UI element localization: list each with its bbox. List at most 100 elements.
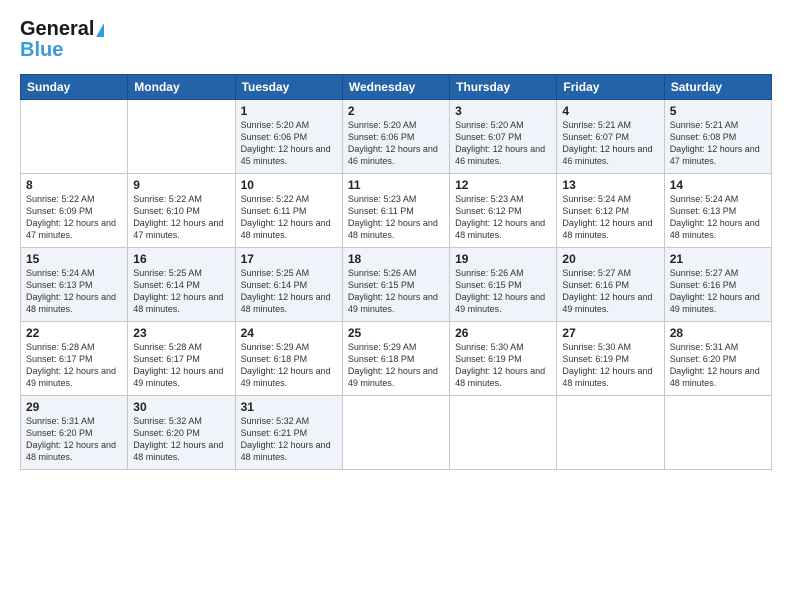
weekday-header-cell: Monday	[128, 75, 235, 100]
calendar-day-cell: 21 Sunrise: 5:27 AMSunset: 6:16 PMDaylig…	[664, 248, 771, 322]
day-number: 28	[670, 326, 766, 340]
day-number: 8	[26, 178, 122, 192]
day-number: 14	[670, 178, 766, 192]
day-number: 1	[241, 104, 337, 118]
day-number: 15	[26, 252, 122, 266]
day-number: 23	[133, 326, 229, 340]
calendar-day-cell: 3 Sunrise: 5:20 AMSunset: 6:07 PMDayligh…	[450, 100, 557, 174]
calendar-day-cell	[342, 396, 449, 470]
logo-general: General	[20, 18, 94, 41]
day-number: 4	[562, 104, 658, 118]
calendar-day-cell: 12 Sunrise: 5:23 AMSunset: 6:12 PMDaylig…	[450, 174, 557, 248]
day-info: Sunrise: 5:26 AMSunset: 6:15 PMDaylight:…	[348, 268, 438, 314]
weekday-header-row: SundayMondayTuesdayWednesdayThursdayFrid…	[21, 75, 772, 100]
weekday-header-cell: Saturday	[664, 75, 771, 100]
day-info: Sunrise: 5:21 AMSunset: 6:07 PMDaylight:…	[562, 120, 652, 166]
day-number: 21	[670, 252, 766, 266]
day-info: Sunrise: 5:30 AMSunset: 6:19 PMDaylight:…	[455, 342, 545, 388]
calendar-table: SundayMondayTuesdayWednesdayThursdayFrid…	[20, 74, 772, 470]
calendar-day-cell	[21, 100, 128, 174]
day-info: Sunrise: 5:29 AMSunset: 6:18 PMDaylight:…	[241, 342, 331, 388]
day-number: 12	[455, 178, 551, 192]
calendar-day-cell: 27 Sunrise: 5:30 AMSunset: 6:19 PMDaylig…	[557, 322, 664, 396]
calendar-day-cell: 20 Sunrise: 5:27 AMSunset: 6:16 PMDaylig…	[557, 248, 664, 322]
day-number: 9	[133, 178, 229, 192]
day-number: 26	[455, 326, 551, 340]
day-info: Sunrise: 5:32 AMSunset: 6:20 PMDaylight:…	[133, 416, 223, 462]
day-info: Sunrise: 5:28 AMSunset: 6:17 PMDaylight:…	[133, 342, 223, 388]
logo-blue: Blue	[20, 39, 63, 62]
day-info: Sunrise: 5:27 AMSunset: 6:16 PMDaylight:…	[562, 268, 652, 314]
day-info: Sunrise: 5:29 AMSunset: 6:18 PMDaylight:…	[348, 342, 438, 388]
calendar-week-row: 8 Sunrise: 5:22 AMSunset: 6:09 PMDayligh…	[21, 174, 772, 248]
day-number: 29	[26, 400, 122, 414]
day-info: Sunrise: 5:24 AMSunset: 6:13 PMDaylight:…	[670, 194, 760, 240]
weekday-header-cell: Tuesday	[235, 75, 342, 100]
day-info: Sunrise: 5:32 AMSunset: 6:21 PMDaylight:…	[241, 416, 331, 462]
day-number: 22	[26, 326, 122, 340]
calendar-day-cell: 25 Sunrise: 5:29 AMSunset: 6:18 PMDaylig…	[342, 322, 449, 396]
weekday-header-cell: Wednesday	[342, 75, 449, 100]
day-info: Sunrise: 5:23 AMSunset: 6:11 PMDaylight:…	[348, 194, 438, 240]
calendar-week-row: 15 Sunrise: 5:24 AMSunset: 6:13 PMDaylig…	[21, 248, 772, 322]
calendar-day-cell	[128, 100, 235, 174]
logo: General Blue	[20, 18, 104, 62]
day-number: 19	[455, 252, 551, 266]
day-info: Sunrise: 5:20 AMSunset: 6:07 PMDaylight:…	[455, 120, 545, 166]
logo-icon	[96, 23, 104, 37]
day-info: Sunrise: 5:24 AMSunset: 6:12 PMDaylight:…	[562, 194, 652, 240]
day-number: 18	[348, 252, 444, 266]
day-number: 2	[348, 104, 444, 118]
calendar-day-cell: 23 Sunrise: 5:28 AMSunset: 6:17 PMDaylig…	[128, 322, 235, 396]
calendar-day-cell: 8 Sunrise: 5:22 AMSunset: 6:09 PMDayligh…	[21, 174, 128, 248]
day-info: Sunrise: 5:27 AMSunset: 6:16 PMDaylight:…	[670, 268, 760, 314]
day-info: Sunrise: 5:28 AMSunset: 6:17 PMDaylight:…	[26, 342, 116, 388]
calendar-day-cell: 15 Sunrise: 5:24 AMSunset: 6:13 PMDaylig…	[21, 248, 128, 322]
day-number: 25	[348, 326, 444, 340]
calendar-day-cell: 14 Sunrise: 5:24 AMSunset: 6:13 PMDaylig…	[664, 174, 771, 248]
day-info: Sunrise: 5:22 AMSunset: 6:11 PMDaylight:…	[241, 194, 331, 240]
day-number: 20	[562, 252, 658, 266]
calendar-day-cell: 9 Sunrise: 5:22 AMSunset: 6:10 PMDayligh…	[128, 174, 235, 248]
calendar-day-cell: 1 Sunrise: 5:20 AMSunset: 6:06 PMDayligh…	[235, 100, 342, 174]
calendar-day-cell: 4 Sunrise: 5:21 AMSunset: 6:07 PMDayligh…	[557, 100, 664, 174]
day-number: 27	[562, 326, 658, 340]
calendar-body: 1 Sunrise: 5:20 AMSunset: 6:06 PMDayligh…	[21, 100, 772, 470]
day-number: 17	[241, 252, 337, 266]
day-info: Sunrise: 5:24 AMSunset: 6:13 PMDaylight:…	[26, 268, 116, 314]
calendar-day-cell	[450, 396, 557, 470]
calendar-day-cell: 28 Sunrise: 5:31 AMSunset: 6:20 PMDaylig…	[664, 322, 771, 396]
weekday-header-cell: Sunday	[21, 75, 128, 100]
calendar-day-cell	[664, 396, 771, 470]
calendar-day-cell: 16 Sunrise: 5:25 AMSunset: 6:14 PMDaylig…	[128, 248, 235, 322]
day-number: 13	[562, 178, 658, 192]
day-number: 11	[348, 178, 444, 192]
day-number: 3	[455, 104, 551, 118]
calendar-day-cell: 2 Sunrise: 5:20 AMSunset: 6:06 PMDayligh…	[342, 100, 449, 174]
calendar-day-cell: 30 Sunrise: 5:32 AMSunset: 6:20 PMDaylig…	[128, 396, 235, 470]
page: General Blue SundayMondayTuesdayWednesda…	[0, 0, 792, 482]
day-number: 24	[241, 326, 337, 340]
calendar-day-cell: 22 Sunrise: 5:28 AMSunset: 6:17 PMDaylig…	[21, 322, 128, 396]
calendar-day-cell: 17 Sunrise: 5:25 AMSunset: 6:14 PMDaylig…	[235, 248, 342, 322]
day-number: 5	[670, 104, 766, 118]
calendar-day-cell: 10 Sunrise: 5:22 AMSunset: 6:11 PMDaylig…	[235, 174, 342, 248]
day-number: 10	[241, 178, 337, 192]
day-info: Sunrise: 5:31 AMSunset: 6:20 PMDaylight:…	[26, 416, 116, 462]
weekday-header-cell: Friday	[557, 75, 664, 100]
calendar-day-cell: 31 Sunrise: 5:32 AMSunset: 6:21 PMDaylig…	[235, 396, 342, 470]
day-info: Sunrise: 5:20 AMSunset: 6:06 PMDaylight:…	[241, 120, 331, 166]
calendar-day-cell: 13 Sunrise: 5:24 AMSunset: 6:12 PMDaylig…	[557, 174, 664, 248]
day-info: Sunrise: 5:31 AMSunset: 6:20 PMDaylight:…	[670, 342, 760, 388]
day-info: Sunrise: 5:21 AMSunset: 6:08 PMDaylight:…	[670, 120, 760, 166]
day-info: Sunrise: 5:22 AMSunset: 6:10 PMDaylight:…	[133, 194, 223, 240]
calendar-week-row: 29 Sunrise: 5:31 AMSunset: 6:20 PMDaylig…	[21, 396, 772, 470]
calendar-day-cell: 19 Sunrise: 5:26 AMSunset: 6:15 PMDaylig…	[450, 248, 557, 322]
weekday-header-cell: Thursday	[450, 75, 557, 100]
day-info: Sunrise: 5:20 AMSunset: 6:06 PMDaylight:…	[348, 120, 438, 166]
calendar-day-cell: 26 Sunrise: 5:30 AMSunset: 6:19 PMDaylig…	[450, 322, 557, 396]
day-info: Sunrise: 5:25 AMSunset: 6:14 PMDaylight:…	[133, 268, 223, 314]
calendar-day-cell: 18 Sunrise: 5:26 AMSunset: 6:15 PMDaylig…	[342, 248, 449, 322]
day-number: 30	[133, 400, 229, 414]
calendar-day-cell: 11 Sunrise: 5:23 AMSunset: 6:11 PMDaylig…	[342, 174, 449, 248]
